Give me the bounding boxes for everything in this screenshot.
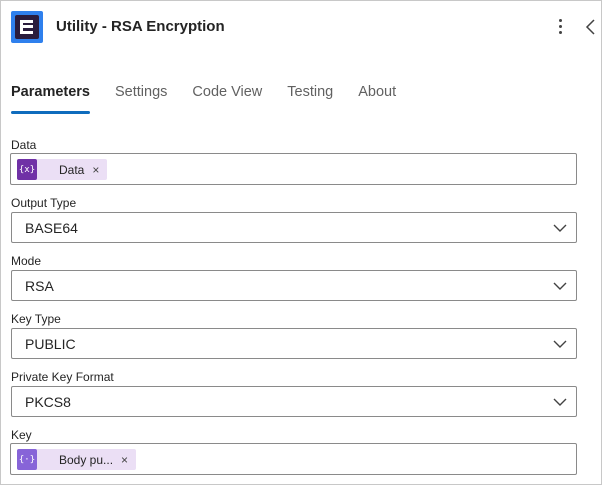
chevron-down-icon xyxy=(553,282,567,290)
more-dot xyxy=(558,30,562,34)
data-field-label: Data xyxy=(11,138,37,152)
variable-icon: {x} xyxy=(17,159,37,180)
more-dots-icon xyxy=(558,18,562,22)
output-type-value: BASE64 xyxy=(25,220,78,236)
more-dot xyxy=(558,24,562,28)
private-key-format-select[interactable]: PKCS8 xyxy=(11,386,577,417)
tab-testing[interactable]: Testing xyxy=(287,84,333,114)
tab-parameters[interactable]: Parameters xyxy=(11,84,90,114)
rsa-encryption-panel: Utility - RSA Encryption Parameters Sett… xyxy=(0,0,602,485)
data-input[interactable]: {x} Data × xyxy=(10,153,577,185)
data-token-label: Data xyxy=(59,162,85,177)
more-options-button[interactable] xyxy=(552,15,568,37)
mode-value: RSA xyxy=(25,278,54,294)
tab-bar: Parameters Settings Code View Testing Ab… xyxy=(11,84,421,114)
data-token[interactable]: {x} Data × xyxy=(17,159,108,180)
chevron-down-icon xyxy=(553,340,567,348)
private-key-format-value: PKCS8 xyxy=(25,394,71,410)
key-type-value: PUBLIC xyxy=(25,336,76,352)
tab-settings[interactable]: Settings xyxy=(115,84,167,114)
key-label: Key xyxy=(11,428,32,442)
key-type-label: Key Type xyxy=(11,312,61,326)
output-type-label: Output Type xyxy=(11,196,77,210)
remove-data-token-icon[interactable]: × xyxy=(92,163,99,177)
mode-label: Mode xyxy=(11,254,42,268)
collapse-chevron-icon[interactable] xyxy=(584,17,598,37)
utility-app-icon xyxy=(11,11,43,43)
key-type-select[interactable]: PUBLIC xyxy=(11,328,577,359)
panel-title: Utility - RSA Encryption xyxy=(56,18,225,35)
remove-key-token-icon[interactable]: × xyxy=(121,453,128,467)
output-type-select[interactable]: BASE64 xyxy=(11,212,577,243)
panel-header: Utility - RSA Encryption xyxy=(1,1,601,51)
tab-code-view[interactable]: Code View xyxy=(192,84,262,114)
private-key-format-label: Private Key Format xyxy=(11,370,114,384)
key-token[interactable]: {·} Body pu... × xyxy=(17,449,137,470)
expression-icon: {·} xyxy=(17,449,37,470)
chevron-down-icon xyxy=(553,398,567,406)
tab-about[interactable]: About xyxy=(358,84,396,114)
key-input[interactable]: {·} Body pu... × xyxy=(10,443,577,475)
mode-select[interactable]: RSA xyxy=(11,270,577,301)
chevron-down-icon xyxy=(553,224,567,232)
key-token-label: Body pu... xyxy=(59,452,114,467)
